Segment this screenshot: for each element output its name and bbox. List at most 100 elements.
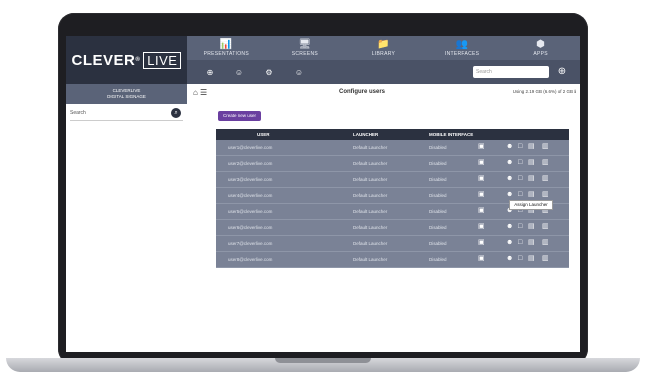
users-table: USER LAUNCHER MOBILE INTERFACE user1@cle… bbox=[216, 129, 569, 268]
permissions-icon[interactable]: ▣ bbox=[478, 191, 485, 199]
nav-screens[interactable]: 🖥 SCREENS bbox=[266, 36, 345, 60]
cell-user: user6@cleverlive.com bbox=[228, 225, 273, 230]
apps-icon: ⬢ bbox=[536, 38, 546, 50]
nav-label: INTERFACES bbox=[444, 50, 480, 57]
assign-user-icon[interactable]: ☻ bbox=[506, 255, 513, 263]
delete-icon[interactable]: ▥ bbox=[542, 191, 549, 199]
cell-user: user8@cleverlive.com bbox=[228, 257, 273, 262]
permissions-icon[interactable]: ▣ bbox=[478, 175, 485, 183]
brand-box: LIVE bbox=[143, 51, 182, 69]
assign-launcher-tooltip: Assign Launcher bbox=[509, 200, 553, 210]
cell-mobile: Disabled bbox=[429, 225, 447, 230]
cell-launcher: Default Launcher bbox=[353, 193, 388, 198]
edit-icon[interactable]: ▤ bbox=[528, 239, 535, 247]
permissions-icon[interactable]: ▣ bbox=[478, 143, 485, 151]
assign-user-icon[interactable]: ☻ bbox=[506, 143, 513, 151]
create-user-button[interactable]: Create new user bbox=[218, 111, 262, 121]
cell-user: user3@cleverlive.com bbox=[228, 177, 273, 182]
search-input[interactable]: Search bbox=[473, 66, 549, 78]
cell-user: user1@cleverlive.com bbox=[228, 145, 273, 150]
cell-mobile: Disabled bbox=[429, 193, 447, 198]
delete-icon[interactable]: ▥ bbox=[542, 143, 549, 151]
table-row[interactable]: user1@cleverlive.com Default Launcher Disa… bbox=[216, 140, 569, 156]
top-navigation: 📊 PRESENTATIONS 🖥 SCREENS 📁 LIBRARY 👥 INTERF… bbox=[187, 36, 580, 84]
page-title: Configure users bbox=[339, 89, 386, 95]
nav-label: SCREENS bbox=[291, 50, 319, 57]
cell-launcher: Default Launcher bbox=[353, 161, 388, 166]
copy-icon[interactable]: □ bbox=[518, 239, 522, 247]
library-icon: 📁 bbox=[377, 38, 390, 50]
edit-icon[interactable]: ▤ bbox=[528, 191, 535, 199]
edit-icon[interactable]: ▤ bbox=[528, 143, 535, 151]
copy-icon[interactable]: □ bbox=[518, 175, 522, 183]
table-row[interactable]: user7@cleverlive.com Default Launcher Disa… bbox=[216, 236, 569, 252]
add-icon[interactable]: ⊕ bbox=[204, 66, 216, 78]
nav-tabs: 📊 PRESENTATIONS 🖥 SCREENS 📁 LIBRARY 👥 INTERF… bbox=[187, 36, 580, 60]
nav-interfaces[interactable]: 👥 INTERFACES bbox=[423, 36, 502, 60]
permissions-icon[interactable]: ▣ bbox=[478, 207, 485, 215]
header-launcher: LAUNCHER bbox=[353, 132, 379, 137]
sidebar: CLEVERLIVE DIGITAL SIGNAGE Search ⌕ bbox=[66, 84, 188, 352]
copy-icon[interactable]: □ bbox=[518, 191, 522, 199]
search-button-icon[interactable]: ⊕ bbox=[555, 65, 569, 79]
main-content: ⌂ ☰ Configure users Using 2.19 GB (6.6%)… bbox=[187, 84, 580, 352]
copy-icon[interactable]: □ bbox=[518, 255, 522, 263]
delete-icon[interactable]: ▥ bbox=[542, 239, 549, 247]
permissions-icon[interactable]: ▣ bbox=[478, 159, 485, 167]
delete-icon[interactable]: ▥ bbox=[542, 255, 549, 263]
cell-mobile: Disabled bbox=[429, 177, 447, 182]
brand-name: CLEVER bbox=[71, 51, 136, 69]
table-row[interactable]: user2@cleverlive.com Default Launcher Disa… bbox=[216, 156, 569, 172]
nav-label: LIBRARY bbox=[371, 50, 396, 57]
nav-presentations[interactable]: 📊 PRESENTATIONS bbox=[187, 36, 266, 60]
copy-icon[interactable]: □ bbox=[518, 223, 522, 231]
assign-user-icon[interactable]: ☻ bbox=[506, 223, 513, 231]
permissions-icon[interactable]: ▣ bbox=[478, 239, 485, 247]
table-header: USER LAUNCHER MOBILE INTERFACE bbox=[216, 129, 569, 140]
table-row[interactable]: user3@cleverlive.com Default Launcher Disa… bbox=[216, 172, 569, 188]
copy-icon[interactable]: □ bbox=[518, 159, 522, 167]
delete-icon[interactable]: ▥ bbox=[542, 223, 549, 231]
cell-mobile: Disabled bbox=[429, 161, 447, 166]
header-mobile-interface: MOBILE INTERFACE bbox=[429, 132, 474, 137]
app-screen: CLEVER ® LIVE 📊 PRESENTATIONS 🖥 SCREENS 📁 L… bbox=[66, 36, 580, 352]
cell-mobile: Disabled bbox=[429, 209, 447, 214]
toolbar: ⊕ ☺ ⚙ ☺ Search ⊕ bbox=[187, 60, 580, 84]
assign-user-icon[interactable]: ☻ bbox=[506, 239, 513, 247]
assign-user-icon[interactable]: ☻ bbox=[506, 191, 513, 199]
cell-mobile: Disabled bbox=[429, 257, 447, 262]
table-row[interactable]: user6@cleverlive.com Default Launcher Disa… bbox=[216, 220, 569, 236]
permissions-icon[interactable]: ▣ bbox=[478, 223, 485, 231]
search-icon[interactable]: ⌕ bbox=[171, 108, 181, 118]
cell-mobile: Disabled bbox=[429, 241, 447, 246]
sidebar-search-field[interactable]: Search ⌕ bbox=[70, 106, 183, 121]
permissions-icon[interactable]: ▣ bbox=[478, 255, 485, 263]
settings-icon[interactable]: ⚙ bbox=[263, 66, 275, 78]
cell-launcher: Default Launcher bbox=[353, 177, 388, 182]
brand-logo: CLEVER ® LIVE bbox=[66, 36, 187, 84]
table-row[interactable]: user8@cleverlive.com Default Launcher Disa… bbox=[216, 252, 569, 268]
sidebar-search-placeholder: Search bbox=[70, 110, 86, 116]
edit-icon[interactable]: ▤ bbox=[528, 223, 535, 231]
presentation-icon: 📊 bbox=[219, 38, 233, 50]
edit-icon[interactable]: ▤ bbox=[528, 255, 535, 263]
account-icon[interactable]: ☺ bbox=[293, 66, 305, 78]
copy-icon[interactable]: □ bbox=[518, 143, 522, 151]
assign-user-icon[interactable]: ☻ bbox=[506, 175, 513, 183]
breadcrumb[interactable]: ⌂ ☰ bbox=[193, 88, 207, 97]
cell-mobile: Disabled bbox=[429, 145, 447, 150]
user-icon[interactable]: ☺ bbox=[233, 66, 245, 78]
cell-user: user4@cleverlive.com bbox=[228, 193, 273, 198]
cell-launcher: Default Launcher bbox=[353, 225, 388, 230]
header-user: USER bbox=[257, 132, 270, 137]
nav-label: APPS bbox=[533, 50, 548, 57]
edit-icon[interactable]: ▤ bbox=[528, 175, 535, 183]
delete-icon[interactable]: ▥ bbox=[542, 159, 549, 167]
nav-library[interactable]: 📁 LIBRARY bbox=[344, 36, 423, 60]
nav-apps[interactable]: ⬢ APPS bbox=[501, 36, 580, 60]
edit-icon[interactable]: ▤ bbox=[528, 159, 535, 167]
assign-user-icon[interactable]: ☻ bbox=[506, 159, 513, 167]
delete-icon[interactable]: ▥ bbox=[542, 175, 549, 183]
laptop-notch bbox=[275, 358, 371, 363]
org-header: CLEVERLIVE DIGITAL SIGNAGE bbox=[66, 84, 187, 104]
